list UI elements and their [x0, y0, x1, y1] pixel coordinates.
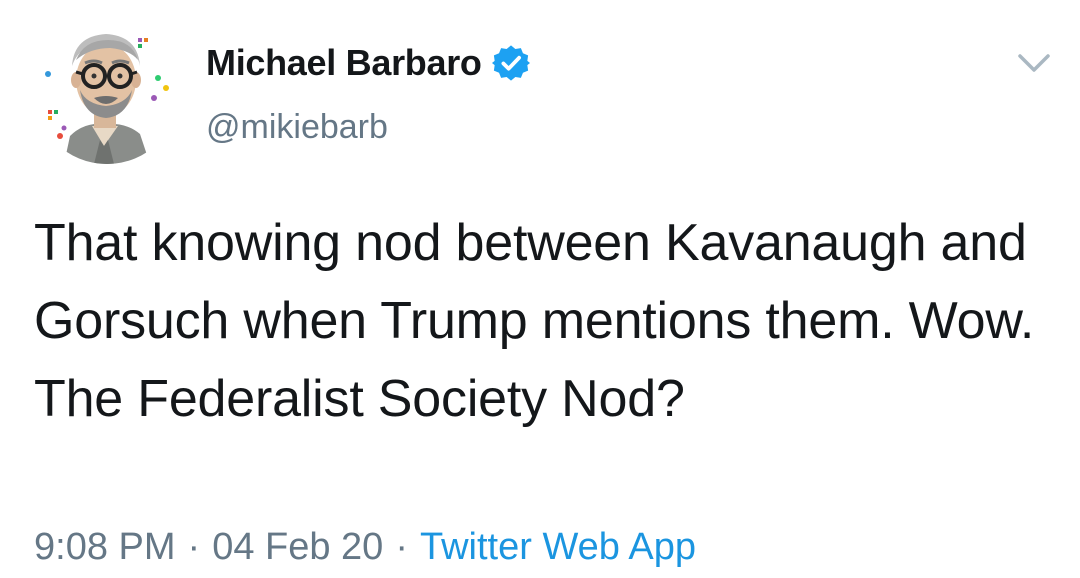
tweet-source-link[interactable]: Twitter Web App — [420, 526, 696, 569]
tweet-card: Michael Barbaro @mikiebarb That knowing … — [0, 0, 1080, 578]
chevron-down-icon[interactable] — [1014, 48, 1054, 78]
avatar-illustration — [34, 18, 180, 164]
tweet-metadata: 9:08 PM · 04 Feb 20 · Twitter Web App — [34, 526, 696, 569]
display-name[interactable]: Michael Barbaro — [206, 42, 482, 84]
tweet-date[interactable]: 04 Feb 20 — [212, 526, 383, 569]
user-handle[interactable]: @mikiebarb — [206, 108, 388, 147]
verified-badge-icon — [491, 44, 530, 82]
tweet-text: That knowing nod between Kavanaugh and G… — [34, 214, 1035, 428]
author-name-row: Michael Barbaro — [206, 38, 530, 88]
meta-separator: · — [395, 526, 408, 568]
tweet-time[interactable]: 9:08 PM — [34, 526, 176, 569]
meta-separator: · — [187, 526, 201, 568]
avatar[interactable] — [34, 18, 180, 164]
